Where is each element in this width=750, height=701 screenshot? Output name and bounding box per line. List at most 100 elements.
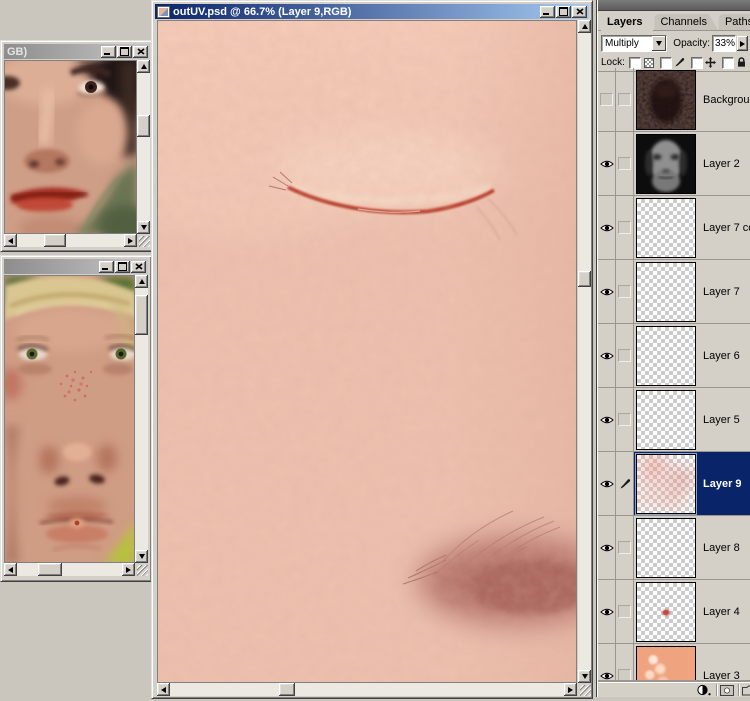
layer-row-background-copy[interactable]: Background copy [598, 68, 750, 132]
vertical-scrollbar[interactable] [135, 275, 148, 563]
close-button[interactable] [131, 261, 146, 273]
layer-row-layer-3[interactable]: Layer 3 [598, 644, 750, 683]
layer-name[interactable]: Layer 5 [703, 414, 740, 426]
maximize-button[interactable] [115, 261, 130, 273]
lock-position-checkbox[interactable] [691, 57, 703, 69]
layer-name[interactable]: Layer 7 copy [703, 222, 750, 234]
layer-thumbnail[interactable] [636, 646, 696, 684]
scroll-down-button[interactable] [578, 670, 591, 683]
layer-row-layer-2[interactable]: Layer 2 [598, 132, 750, 196]
visibility-toggle[interactable] [598, 132, 616, 195]
visibility-toggle[interactable] [598, 580, 616, 643]
maximize-button[interactable] [556, 6, 571, 18]
layer-row-layer-8[interactable]: Layer 8 [598, 516, 750, 580]
horizontal-scrollbar[interactable] [4, 563, 135, 576]
scrollbar-thumb[interactable] [279, 683, 295, 696]
link-cell[interactable] [616, 452, 634, 515]
window-titlebar[interactable]: GB) [4, 44, 150, 59]
visibility-toggle[interactable] [598, 516, 616, 579]
image-window-woman[interactable]: GB) [0, 40, 154, 252]
tab-channels[interactable]: Channels [654, 14, 717, 30]
scroll-down-button[interactable] [135, 550, 148, 563]
layer-name[interactable]: Layer 9 [703, 478, 742, 490]
lock-paint-checkbox[interactable] [660, 57, 672, 69]
layer-thumbnail[interactable] [636, 518, 696, 578]
palette-drag-strip[interactable] [598, 0, 750, 11]
scrollbar-thumb[interactable] [44, 234, 66, 247]
resize-grip[interactable] [137, 234, 150, 247]
image-canvas-child[interactable] [4, 275, 135, 563]
link-cell[interactable] [616, 324, 634, 387]
close-button[interactable] [572, 6, 587, 18]
layer-row-layer-7-copy[interactable]: Layer 7 copy [598, 196, 750, 260]
scroll-right-button[interactable] [122, 563, 135, 576]
scroll-left-button[interactable] [4, 234, 17, 247]
visibility-toggle[interactable] [598, 68, 616, 131]
lock-paint[interactable] [660, 57, 686, 69]
lock-all-checkbox[interactable] [722, 57, 734, 69]
vertical-scrollbar[interactable] [137, 60, 150, 234]
visibility-toggle[interactable] [598, 452, 616, 515]
layer-thumbnail[interactable] [636, 326, 696, 386]
link-cell[interactable] [616, 196, 634, 259]
layer-row-layer-5[interactable]: Layer 5 [598, 388, 750, 452]
lock-transparency[interactable] [629, 57, 655, 69]
scrollbar-thumb[interactable] [137, 115, 150, 137]
layer-row-layer-4[interactable]: Layer 4 [598, 580, 750, 644]
dropdown-button[interactable] [652, 36, 666, 51]
scroll-left-button[interactable] [4, 563, 17, 576]
visibility-toggle[interactable] [598, 324, 616, 387]
scroll-right-button[interactable] [124, 234, 137, 247]
scroll-up-button[interactable] [137, 60, 150, 73]
scrollbar-thumb[interactable] [578, 271, 591, 287]
horizontal-scrollbar[interactable] [4, 234, 137, 247]
layer-name[interactable]: Layer 4 [703, 606, 740, 618]
layer-row-layer-6[interactable]: Layer 6 [598, 324, 750, 388]
minimize-button[interactable] [101, 46, 116, 58]
maximize-button[interactable] [117, 46, 132, 58]
image-canvas-woman[interactable] [4, 60, 137, 234]
tab-paths[interactable]: Paths [719, 14, 750, 30]
layer-thumbnail[interactable] [636, 390, 696, 450]
scroll-left-button[interactable] [157, 683, 170, 696]
visibility-toggle[interactable] [598, 196, 616, 259]
visibility-toggle[interactable] [598, 644, 616, 683]
scroll-right-button[interactable] [564, 683, 577, 696]
layer-name[interactable]: Layer 8 [703, 542, 740, 554]
minimize-button[interactable] [540, 6, 555, 18]
layer-name[interactable]: Layer 3 [703, 670, 740, 682]
link-cell[interactable] [616, 580, 634, 643]
link-cell[interactable] [616, 516, 634, 579]
folder-icon[interactable] [742, 684, 750, 697]
scroll-up-button[interactable] [135, 275, 148, 288]
document-canvas[interactable] [157, 20, 577, 683]
link-cell[interactable] [616, 132, 634, 195]
layer-thumbnail[interactable] [636, 70, 696, 130]
document-titlebar[interactable]: outUV.psd @ 66.7% (Layer 9,RGB) [155, 4, 589, 19]
adjustment-layer-icon[interactable] [697, 684, 712, 697]
tab-layers[interactable]: Layers [601, 14, 653, 31]
resize-grip[interactable] [135, 563, 148, 576]
close-button[interactable] [133, 46, 148, 58]
visibility-toggle[interactable] [598, 260, 616, 323]
visibility-toggle[interactable] [598, 388, 616, 451]
link-cell[interactable] [616, 388, 634, 451]
layer-row-layer-9[interactable]: Layer 9 [598, 452, 750, 516]
image-window-child[interactable] [0, 255, 152, 582]
layer-thumbnail[interactable] [636, 134, 696, 194]
lock-position[interactable] [691, 57, 717, 69]
layer-thumbnail[interactable] [636, 582, 696, 642]
vertical-scrollbar[interactable] [578, 20, 591, 683]
layer-name[interactable]: Layer 7 [703, 286, 740, 298]
layer-thumbnail[interactable] [636, 198, 696, 258]
scrollbar-thumb[interactable] [135, 295, 148, 335]
layer-thumbnail[interactable] [636, 262, 696, 322]
scrollbar-thumb[interactable] [38, 563, 62, 576]
layer-mask-icon[interactable] [720, 684, 734, 697]
lock-transparency-checkbox[interactable] [629, 57, 641, 69]
layer-name[interactable]: Layer 6 [703, 350, 740, 362]
window-titlebar[interactable] [4, 259, 148, 274]
layer-name[interactable]: Background copy [703, 94, 750, 106]
lock-all[interactable] [722, 57, 748, 69]
blend-mode-select[interactable]: Multiply [601, 35, 667, 52]
